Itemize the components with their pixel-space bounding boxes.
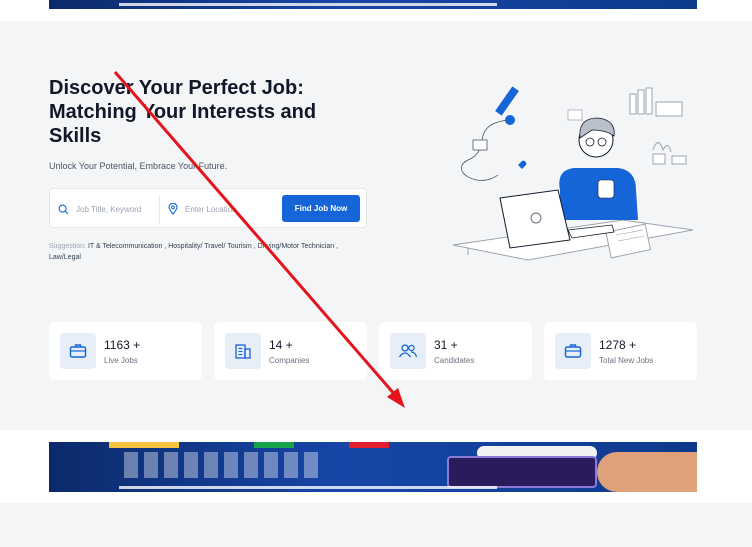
stat-label: Live Jobs (104, 356, 138, 365)
keyword-placeholder: Job Title, Keyword (76, 204, 142, 214)
stat-value: 1163 + (104, 338, 141, 352)
stat-value: 31 + (434, 338, 458, 352)
briefcase-icon (60, 333, 96, 369)
suggestion-hospitality[interactable]: Hospitality/ Travel/ Tourism , (168, 243, 255, 250)
banner-text-stripe (119, 3, 497, 6)
stat-label: Total New Jobs (599, 356, 654, 365)
top-ad-banner[interactable] (49, 0, 697, 9)
banner-decoration (109, 442, 179, 448)
suggestion-prefix: Suggestion: (49, 243, 86, 250)
banner-decoration (254, 442, 294, 448)
find-job-button[interactable]: Find Job Now (282, 195, 360, 222)
search-divider (159, 195, 160, 223)
stat-card-live-jobs[interactable]: 1163 + Live Jobs (49, 322, 202, 380)
stat-label: Companies (269, 356, 310, 365)
banner-phone-graphic (447, 456, 597, 488)
location-pin-icon (168, 203, 178, 215)
banner-headline-graphic (124, 452, 324, 478)
stat-label: Candidates (434, 356, 475, 365)
location-input[interactable]: Enter Location (168, 199, 278, 219)
briefcase-icon (555, 333, 591, 369)
stat-card-companies[interactable]: 14 + Companies (214, 322, 367, 380)
users-icon (390, 333, 426, 369)
banner-text-stripe (119, 486, 497, 489)
keyword-input[interactable]: Job Title, Keyword (58, 199, 158, 219)
banner-decoration (349, 442, 389, 448)
suggestion-driving[interactable]: Driving/Motor Technician , (258, 243, 338, 250)
stat-card-candidates[interactable]: 31 + Candidates (379, 322, 532, 380)
stats-row: 1163 + Live Jobs 14 + Companies 31 + Can… (49, 322, 697, 380)
suggestion-it-telecom[interactable]: IT & Telecommunication , (88, 243, 166, 250)
suggestion-law-legal[interactable]: Law/Legal (49, 254, 81, 261)
location-placeholder: Enter Location (185, 204, 237, 214)
building-icon (225, 333, 261, 369)
hero-illustration (452, 86, 694, 261)
hero-subline: Unlock Your Potential, Embrace Your Futu… (49, 161, 228, 171)
next-section (0, 503, 752, 547)
search-icon (58, 204, 69, 214)
stat-value: 1278 + (599, 338, 637, 352)
bottom-ad-banner[interactable] (49, 442, 697, 492)
stat-value: 14 + (269, 338, 293, 352)
hero-headline: Discover Your Perfect Job: Matching Your… (49, 77, 317, 147)
search-suggestions: Suggestion: IT & Telecommunication , Hos… (49, 241, 369, 263)
job-search-form: Job Title, Keyword Enter Location Find J… (49, 188, 367, 228)
banner-hand-graphic (597, 452, 697, 492)
stat-card-total-new-jobs[interactable]: 1278 + Total New Jobs (544, 322, 697, 380)
